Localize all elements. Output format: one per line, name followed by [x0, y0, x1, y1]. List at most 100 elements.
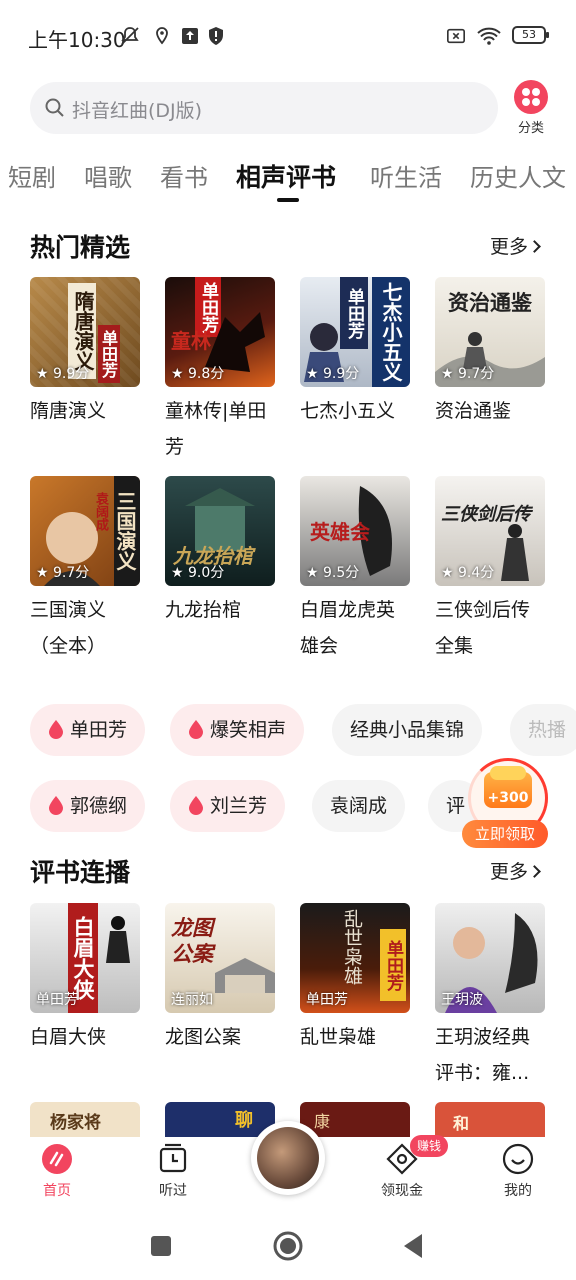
home-icon [41, 1143, 73, 1175]
rating-label: ★ 9.9分 [36, 366, 90, 382]
book-title: 隋唐演义 [30, 400, 107, 422]
flame-icon [189, 796, 203, 815]
book-card[interactable]: 三国演义 袁阔成 ★ 9.7分 三国演义（全本） [30, 476, 140, 664]
cover-tag: 单田芳 [98, 325, 120, 383]
tab-history[interactable]: 历史人文 [470, 158, 566, 193]
book-card[interactable]: 单田芳 童林 ★ 9.8分 童林传|单田芳 [165, 277, 275, 465]
author-label: 连丽如 [171, 992, 213, 1008]
tab-singing[interactable]: 唱歌 [84, 158, 132, 193]
serial-more-label: 更多 [490, 861, 529, 883]
reward-amount: +300 [487, 790, 529, 806]
hot-section-title: 热门精选 [30, 233, 131, 262]
hot-more-link[interactable]: 更多 [490, 232, 541, 259]
chevron-right-icon [528, 240, 541, 253]
search-placeholder: 抖音红曲(DJ版) [72, 100, 203, 122]
book-title: 三国演义（全本） [30, 599, 107, 657]
tab-life[interactable]: 听生活 [370, 158, 442, 193]
partial-card[interactable]: 聊 [165, 1102, 275, 1137]
chip-yuan-kuocheng[interactable]: 袁阔成 [312, 780, 406, 832]
book-title: 白眉龙虎英雄会 [300, 599, 396, 657]
rating-label: ★ 9.0分 [171, 565, 225, 581]
category-button[interactable]: 分类 [510, 80, 552, 136]
book-cover: 乱世枭雄 单田芳 单田芳 [300, 903, 410, 1013]
book-cover: 英雄会 ★ 9.5分 [300, 476, 410, 586]
rating-label: ★ 9.5分 [306, 565, 360, 581]
tab-short-drama[interactable]: 短剧 [8, 158, 56, 193]
serial-card[interactable]: 龙图公案 连丽如 龙图公案 [165, 903, 275, 1055]
rating-label: ★ 9.8分 [171, 366, 225, 382]
mute-icon [121, 27, 139, 45]
author-label: 单田芳 [36, 992, 78, 1008]
home-button-icon[interactable] [272, 1230, 304, 1262]
chip-classic-sketches[interactable]: 经典小品集锦 [332, 704, 483, 756]
nav-profile-label: 我的 [504, 1183, 532, 1199]
book-title: 白眉大侠 [30, 1026, 107, 1048]
book-cover: 单田芳 童林 ★ 9.8分 [165, 277, 275, 387]
author-label: 王玥波 [441, 992, 483, 1008]
nav-history[interactable]: 听过 [138, 1143, 208, 1200]
category-icon [514, 80, 548, 114]
claim-button[interactable]: 立即领取 [462, 820, 548, 848]
battery-indicator: 53 [512, 26, 549, 44]
serial-card[interactable]: 乱世枭雄 单田芳 单田芳 乱世枭雄 [300, 903, 410, 1055]
serial-more-link[interactable]: 更多 [490, 857, 541, 884]
chip-shan-tianfang[interactable]: 单田芳 [30, 704, 146, 756]
chip-guo-degang[interactable]: 郭德纲 [30, 780, 146, 832]
book-cover: 王玥波 [435, 903, 545, 1013]
serial-card[interactable]: 白眉大侠 单田芳 白眉大侠 [30, 903, 140, 1055]
search-icon [45, 98, 64, 117]
book-cover: 三国演义 袁阔成 ★ 9.7分 [30, 476, 140, 586]
book-card[interactable]: 七杰小五义 单田芳 ★ 9.9分 七杰小五义 [300, 277, 410, 429]
profile-icon [502, 1143, 534, 1175]
chip-hot-play[interactable]: 热播 [510, 704, 576, 756]
author-label: 单田芳 [306, 992, 348, 1008]
location-icon [156, 27, 168, 45]
back-icon[interactable] [402, 1233, 424, 1259]
serial-card[interactable]: 王玥波 王玥波经典评书：雍... [435, 903, 545, 1091]
nav-history-label: 听过 [159, 1183, 187, 1199]
search-input[interactable]: 抖音红曲(DJ版) [30, 82, 498, 134]
chip-liu-lanfang[interactable]: 刘兰芳 [170, 780, 286, 832]
book-card[interactable]: 英雄会 ★ 9.5分 白眉龙虎英雄会 [300, 476, 410, 664]
partial-card[interactable]: 杨家将 [30, 1102, 140, 1137]
cover-tag: 袁阔成 [93, 492, 108, 531]
book-cover: 龙图公案 连丽如 [165, 903, 275, 1013]
book-cover: 资治通鉴 ★ 9.7分 [435, 277, 545, 387]
cover-title: 乱世枭雄 [341, 909, 363, 985]
partial-card[interactable]: 康 [300, 1102, 410, 1137]
tab-crosstalk-storytelling[interactable]: 相声评书 [236, 158, 336, 194]
book-title: 资治通鉴 [435, 400, 512, 422]
category-label: 分类 [517, 121, 544, 136]
book-title: 乱世枭雄 [300, 1026, 377, 1048]
recents-icon[interactable] [150, 1235, 172, 1257]
partial-card[interactable]: 和 [435, 1102, 545, 1137]
player-disc-button[interactable] [251, 1121, 325, 1195]
chip-funny-crosstalk[interactable]: 爆笑相声 [170, 704, 305, 756]
status-time: 上午10:30 [28, 28, 126, 52]
book-card[interactable]: 九龙抬棺 ★ 9.0分 九龙抬棺 [165, 476, 275, 628]
book-title: 童林传|单田芳 [165, 400, 267, 458]
book-cover: 九龙抬棺 ★ 9.0分 [165, 476, 275, 586]
serial-section-title: 评书连播 [30, 858, 131, 887]
system-nav-bar [0, 1213, 576, 1280]
book-card[interactable]: 三侠剑后传 ★ 9.4分 三侠剑后传全集 [435, 476, 545, 664]
shield-icon [209, 27, 223, 45]
book-title: 王玥波经典评书：雍... [435, 1026, 531, 1084]
book-card[interactable]: 隋唐演义 单田芳 ★ 9.9分 隋唐演义 [30, 277, 140, 429]
book-card[interactable]: 资治通鉴 ★ 9.7分 资治通鉴 [435, 277, 545, 429]
active-tab-indicator [277, 198, 299, 202]
reward-widget[interactable]: +300 立即领取 [462, 758, 548, 850]
nav-cash-label: 领现金 [381, 1183, 423, 1199]
status-bar: 上午10:30 53 [0, 0, 576, 72]
earn-badge: 赚钱 [410, 1135, 449, 1157]
nav-home[interactable]: 首页 [22, 1143, 92, 1200]
rating-label: ★ 9.9分 [306, 366, 360, 382]
book-title: 龙图公案 [165, 1026, 242, 1048]
chevron-right-icon [528, 865, 541, 878]
book-cover: 七杰小五义 单田芳 ★ 9.9分 [300, 277, 410, 387]
book-title: 九龙抬棺 [165, 599, 242, 621]
nav-profile[interactable]: 我的 [483, 1143, 553, 1200]
flame-icon [49, 720, 63, 739]
tab-reading[interactable]: 看书 [160, 158, 208, 193]
cover-title: 三国演义 [113, 476, 140, 586]
